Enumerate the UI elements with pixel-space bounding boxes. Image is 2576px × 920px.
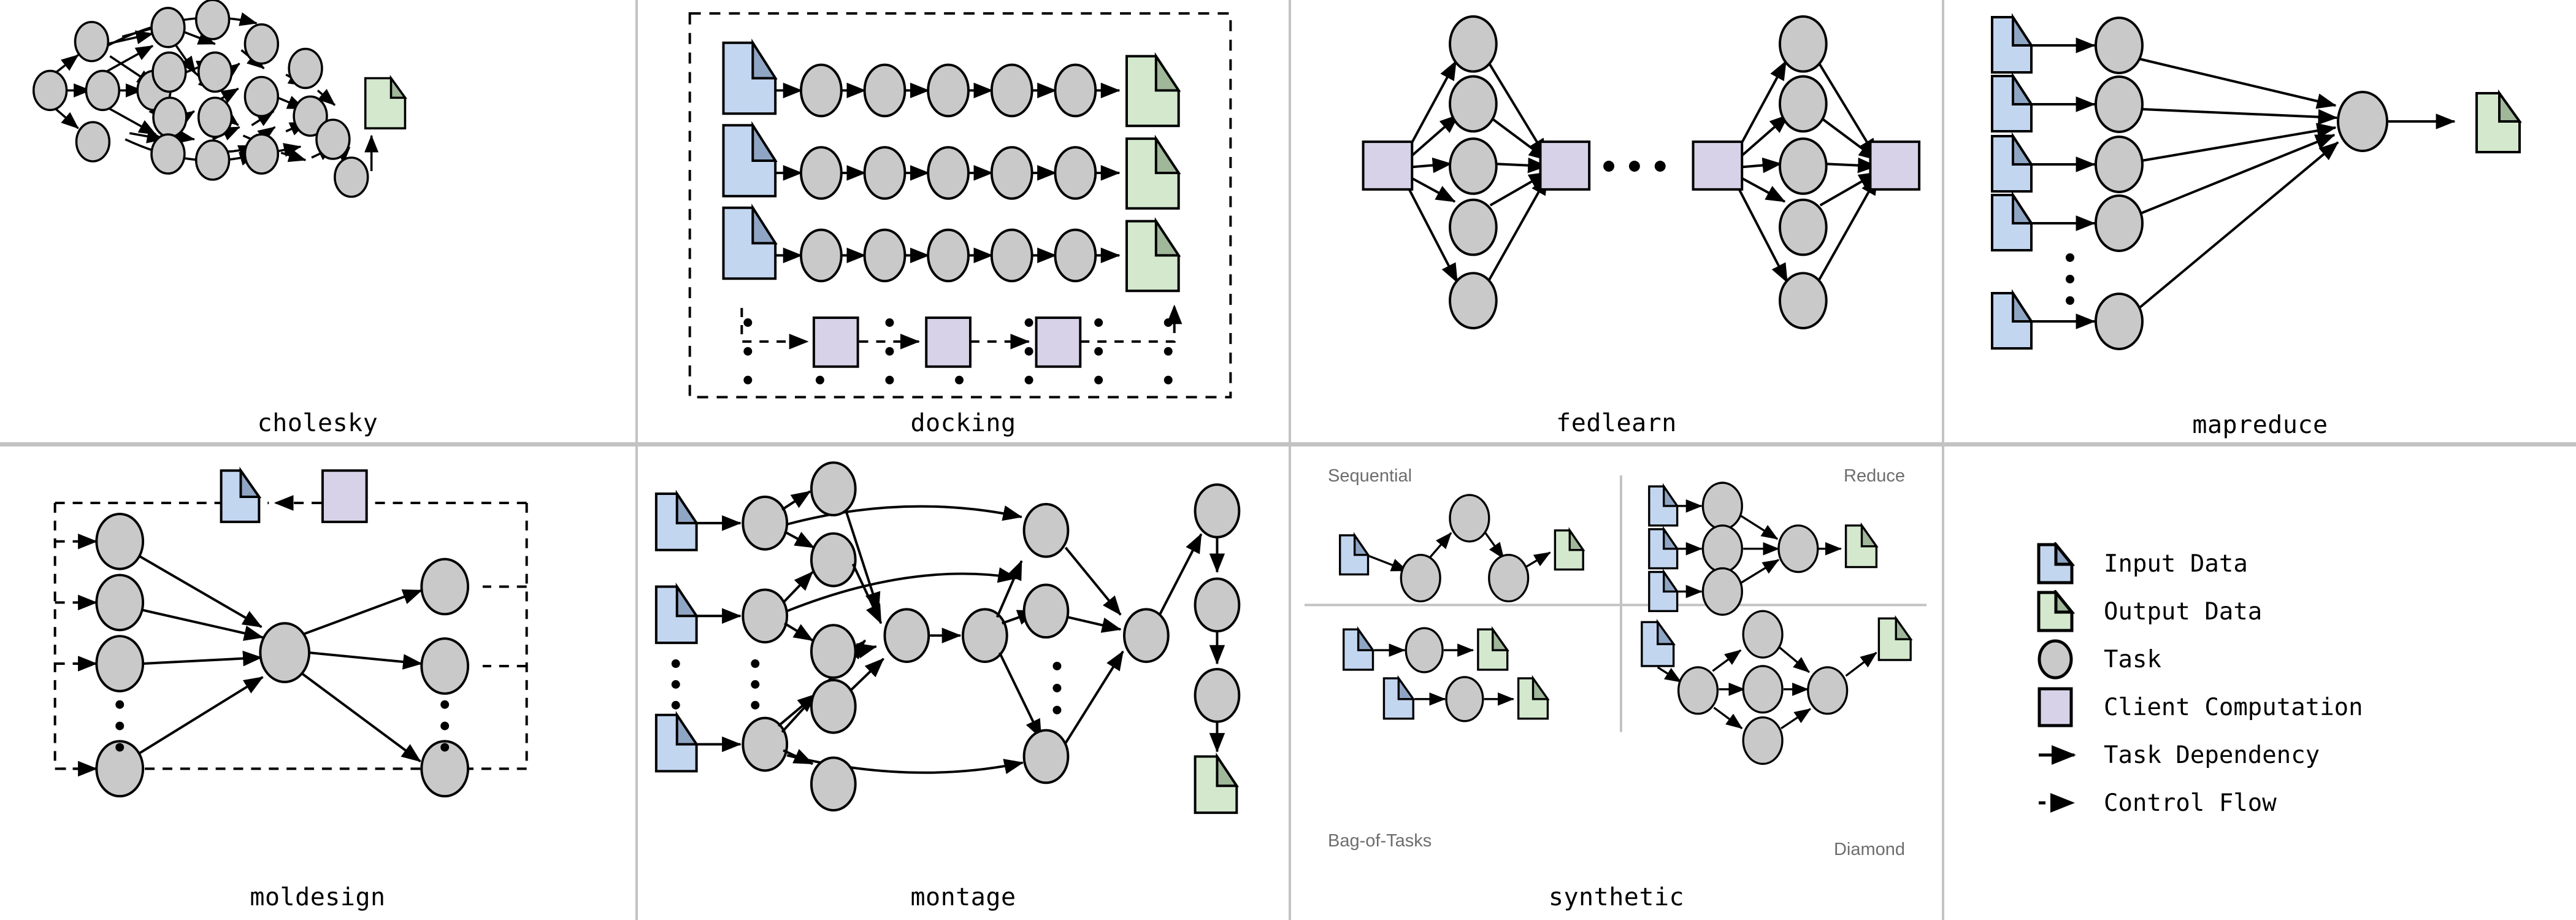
- output-data-icon: [364, 74, 407, 129]
- panel-montage: montage: [638, 447, 1291, 920]
- input-data-icon: [1648, 569, 1679, 613]
- sub-label-bag-of-tasks: Bag-of-Tasks: [1328, 831, 1432, 851]
- input-data-icon: [654, 489, 699, 551]
- panel-synthetic: Sequential Reduce Bag-of-Tasks Diamond s…: [1291, 447, 1944, 920]
- panel-legend: Input Data Output Data Task Client Compu…: [1944, 447, 2576, 920]
- output-data-icon: [1194, 752, 1240, 815]
- legend-label-task-dependency: Task Dependency: [2104, 741, 2320, 769]
- panel-label-cholesky: cholesky: [257, 409, 378, 438]
- client-computation-icon: [1539, 140, 1591, 191]
- input-data-icon: [2036, 542, 2104, 585]
- input-data-icon: [1641, 619, 1676, 667]
- output-data-icon: [1877, 615, 1913, 661]
- input-data-icon: [722, 121, 778, 197]
- input-data-icon: [220, 466, 262, 523]
- panel-fedlearn: fedlearn: [1291, 0, 1944, 447]
- input-data-icon: [1382, 675, 1416, 720]
- panel-label-fedlearn: fedlearn: [1556, 409, 1677, 438]
- sub-label-reduce: Reduce: [1844, 466, 1905, 486]
- output-data-icon: [1517, 675, 1550, 720]
- cholesky-diagram: [0, 0, 635, 409]
- legend-item-task: Task: [2036, 635, 2576, 683]
- panel-label-mapreduce: mapreduce: [2192, 411, 2328, 439]
- panel-label-moldesign: moldesign: [250, 883, 386, 911]
- panel-cholesky: cholesky: [0, 0, 638, 447]
- task-icon: [2036, 638, 2104, 681]
- input-data-icon: [654, 711, 699, 773]
- legend-label-output-data: Output Data: [2104, 597, 2263, 626]
- input-data-icon: [1991, 289, 2034, 350]
- input-data-icon: [722, 38, 778, 115]
- input-data-icon: [1648, 483, 1679, 527]
- input-data-icon: [1991, 72, 2034, 132]
- sub-bag-of-tasks: [1342, 626, 1550, 723]
- legend-item-client-computation: Client Computation: [2036, 683, 2576, 731]
- sub-diamond: [1641, 610, 1913, 765]
- output-data-icon: [1125, 134, 1181, 210]
- sub-label-diamond: Diamond: [1833, 840, 1905, 859]
- output-data-icon: [2036, 590, 2104, 633]
- client-computation-icon: [1869, 140, 1921, 191]
- panel-docking: docking: [638, 0, 1291, 447]
- legend-label-control-flow: Control Flow: [2104, 789, 2277, 817]
- client-computation-icon: [1692, 140, 1744, 191]
- legend-label-input-data: Input Data: [2104, 550, 2248, 578]
- panel-mapreduce: mapreduce: [1944, 0, 2576, 447]
- client-computation-icon: [321, 469, 368, 523]
- panel-label-docking: docking: [910, 409, 1016, 438]
- input-data-icon: [654, 582, 699, 645]
- panel-label-montage: montage: [910, 883, 1016, 911]
- sub-sequential: [1339, 494, 1585, 603]
- mapreduce-diagram: [1944, 0, 2576, 411]
- input-data-icon: [1991, 132, 2034, 193]
- input-data-icon: [1648, 526, 1679, 570]
- legend-item-task-dependency: Task Dependency: [2036, 731, 2576, 779]
- fedlearn-diagram: [1291, 0, 1942, 409]
- dashed-arrow-icon: [2036, 791, 2104, 815]
- legend-item-control-flow: Control Flow: [2036, 779, 2576, 827]
- figure-root: cholesky docking fedlearn mapreduce mold…: [0, 0, 2576, 920]
- input-data-icon: [1339, 532, 1370, 576]
- legend-item-output-data: Output Data: [2036, 588, 2576, 635]
- legend-item-input-data: Input Data: [2036, 540, 2576, 588]
- input-data-icon: [722, 203, 778, 280]
- ellipsis-dots: [743, 318, 1173, 385]
- client-computation-icon: [1362, 140, 1414, 191]
- sub-reduce: [1648, 481, 1879, 616]
- central-task: [259, 622, 311, 683]
- ellipsis-dots: [1603, 161, 1666, 172]
- solid-arrow-icon: [2036, 743, 2104, 767]
- output-data-icon: [1125, 217, 1181, 293]
- legend-label-task: Task: [2104, 645, 2161, 673]
- montage-diagram: [638, 447, 1289, 883]
- legend: Input Data Output Data Task Client Compu…: [1944, 447, 2576, 920]
- ellipsis-dots: [1052, 662, 1062, 715]
- output-data-icon: [1125, 52, 1181, 128]
- ellipsis-dots: [2066, 253, 2074, 305]
- input-data-icon: [1991, 191, 2034, 251]
- sub-label-sequential: Sequential: [1328, 466, 1413, 486]
- output-data-icon: [1554, 527, 1585, 571]
- panel-label-synthetic: synthetic: [1548, 883, 1685, 911]
- ellipsis-dots: [671, 659, 760, 710]
- input-data-icon: [1342, 626, 1375, 671]
- panel-moldesign: moldesign: [0, 447, 638, 920]
- input-data-icon: [1991, 13, 2034, 74]
- docking-diagram: [638, 0, 1289, 409]
- panel-grid: cholesky docking fedlearn mapreduce mold…: [0, 0, 2576, 920]
- moldesign-diagram: [0, 447, 635, 883]
- legend-label-client-computation: Client Computation: [2104, 693, 2363, 721]
- output-data-icon: [1477, 626, 1509, 671]
- synthetic-diagram: Sequential Reduce Bag-of-Tasks Diamond: [1291, 447, 1942, 883]
- output-data-icon: [2475, 89, 2522, 153]
- output-data-icon: [1844, 522, 1879, 569]
- client-computation-icon: [2036, 686, 2104, 729]
